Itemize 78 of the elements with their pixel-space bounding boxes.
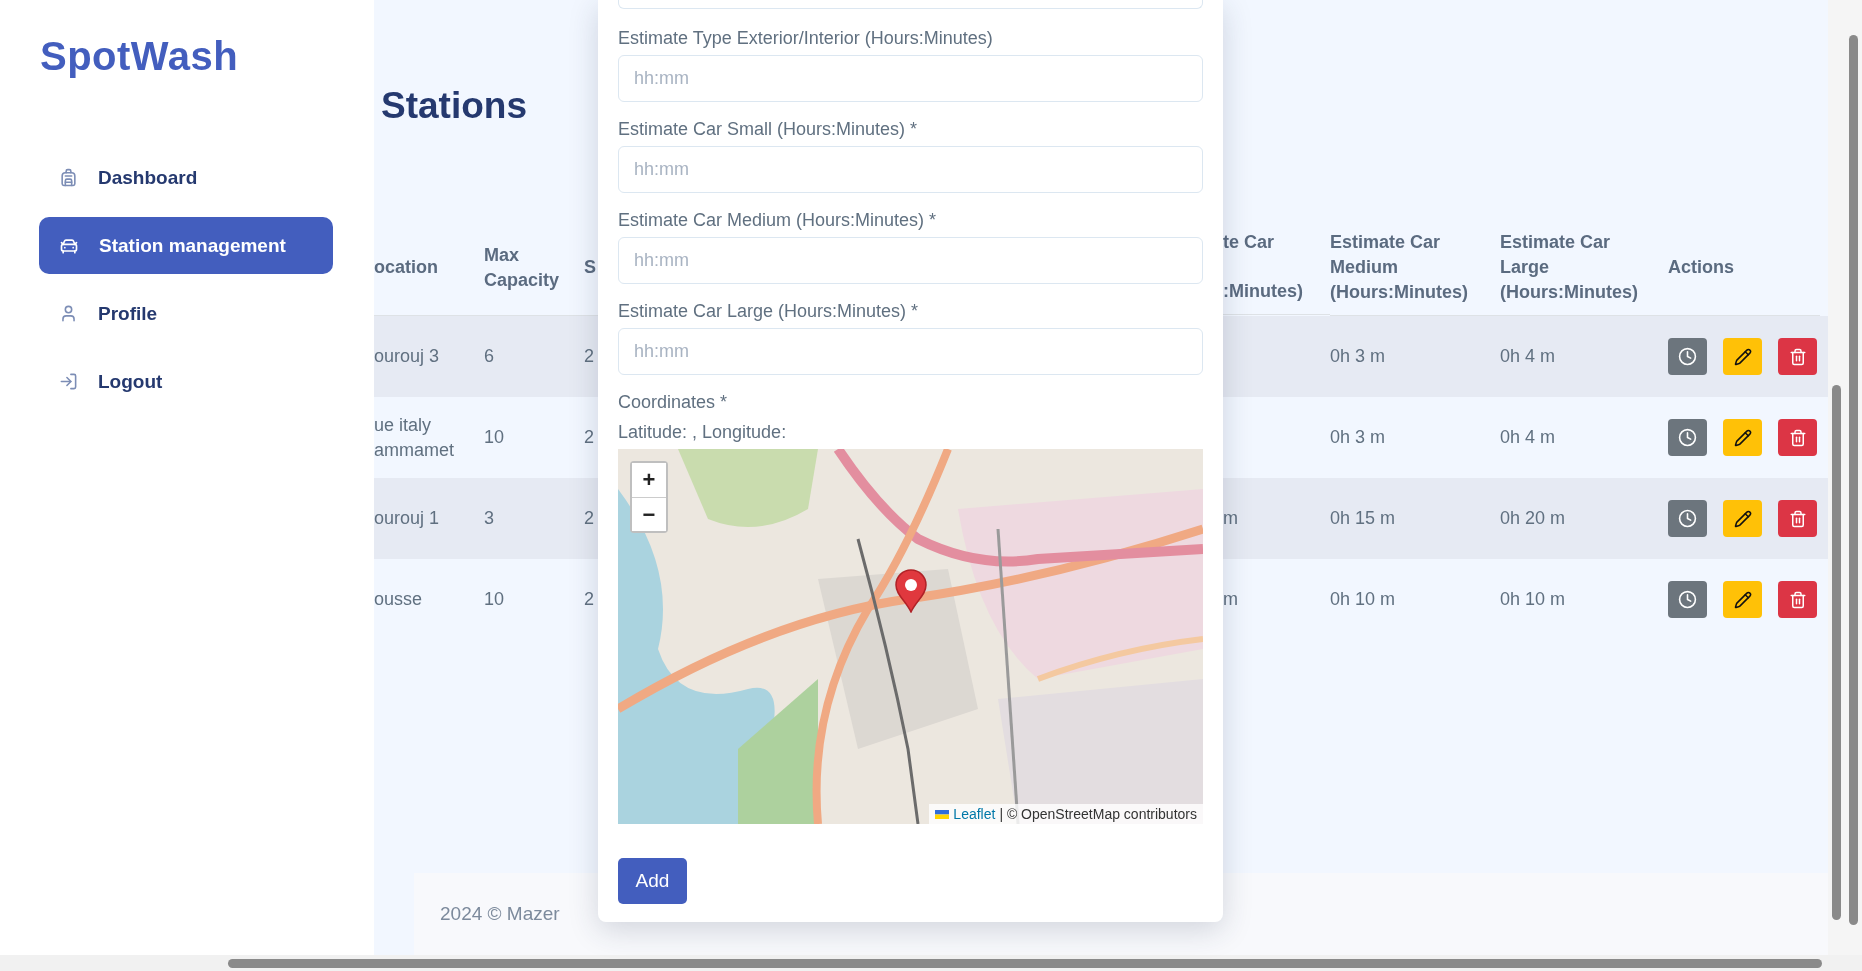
app-logo: SpotWash: [40, 34, 239, 79]
scrollbar[interactable]: [0, 955, 1862, 971]
clock-icon: [1678, 509, 1697, 528]
sidebar-item[interactable]: Logout: [39, 353, 333, 410]
table-cell-text: ourouj 3: [374, 345, 440, 368]
pencil-icon: [1733, 509, 1752, 528]
input-field[interactable]: hh:mm: [618, 146, 1203, 193]
zoom-out-button[interactable]: −: [632, 497, 666, 531]
column-header: te Car: [1223, 231, 1276, 254]
backpack-icon: [59, 168, 78, 187]
delete-button[interactable]: [1778, 419, 1817, 456]
table-cell-text: 0h 10 m: [1500, 588, 1566, 611]
field-label: Estimate Car Medium (Hours:Minutes) *: [618, 209, 938, 232]
table-cell-text: 0h 3 m: [1330, 345, 1386, 368]
table-cell-text: 0h 3 m: [1330, 426, 1386, 449]
clock-icon: [1678, 590, 1697, 609]
edit-button[interactable]: [1723, 338, 1762, 375]
field-label: Estimate Car Large (Hours:Minutes) *: [618, 300, 920, 323]
flag-icon: [935, 809, 950, 819]
table-cell-text: 0h 20 m: [1500, 507, 1566, 530]
pencil-icon: [1733, 590, 1752, 609]
column-header: :Minutes): [1223, 280, 1304, 303]
sidebar-item[interactable]: Profile: [39, 285, 333, 342]
schedule-button[interactable]: [1668, 338, 1707, 375]
schedule-button[interactable]: [1668, 419, 1707, 456]
page-title: Stations: [381, 84, 527, 128]
table-cell-text: 6: [484, 345, 494, 368]
schedule-button[interactable]: [1668, 581, 1707, 618]
table-cell-text: ourouj 1: [374, 507, 440, 530]
map-marker-icon[interactable]: [894, 569, 928, 613]
table-cell-text: 2: [584, 588, 594, 611]
attribution-text: | © OpenStreetMap contributors: [999, 806, 1197, 822]
input-field[interactable]: hh:mm: [618, 55, 1203, 102]
scrollbar[interactable]: [1845, 0, 1862, 955]
field-label: Estimate Car Small (Hours:Minutes) *: [618, 118, 919, 141]
table-cell-text: 10: [484, 426, 505, 449]
table-cell-text: m: [1223, 507, 1238, 530]
field-label: Coordinates *: [618, 391, 729, 414]
pencil-icon: [1733, 347, 1752, 366]
clock-icon: [1678, 347, 1697, 366]
delete-button[interactable]: [1778, 338, 1817, 375]
table-cell-text: 2: [584, 507, 594, 530]
sidebar-item[interactable]: Dashboard: [39, 149, 333, 206]
table-cell-text: 0h 4 m: [1500, 426, 1556, 449]
coordinates-text: Latitude: , Longitude:: [618, 421, 788, 444]
table-cell-text: ousse: [374, 588, 423, 611]
pencil-icon: [1733, 428, 1752, 447]
schedule-button[interactable]: [1668, 500, 1707, 537]
copyright-text: 2024 © Mazer: [440, 903, 560, 925]
trash-icon: [1788, 509, 1807, 528]
table-cell-text: ue italy ammamet: [374, 413, 454, 462]
table-cell-text: m: [1223, 588, 1238, 611]
delete-button[interactable]: [1778, 500, 1817, 537]
add-button[interactable]: Add: [618, 858, 687, 904]
edit-button[interactable]: [1723, 581, 1762, 618]
input-field[interactable]: [618, 0, 1203, 9]
table-cell-text: 2: [584, 426, 594, 449]
trash-icon: [1788, 428, 1807, 447]
table-cell-text: 2: [584, 345, 594, 368]
table-cell-text: 10: [484, 588, 505, 611]
table-cell-text: 0h 4 m: [1500, 345, 1556, 368]
user-icon: [59, 304, 78, 323]
sidebar-item[interactable]: Station management: [39, 217, 333, 274]
trash-icon: [1788, 347, 1807, 366]
field-label: Estimate Type Exterior/Interior (Hours:Minutes): [618, 27, 994, 50]
delete-button[interactable]: [1778, 581, 1817, 618]
input-field[interactable]: hh:mm: [618, 237, 1203, 284]
logout-icon: [59, 372, 78, 391]
table-cell-text: 0h 10 m: [1330, 588, 1396, 611]
edit-button[interactable]: [1723, 500, 1762, 537]
scrollbar[interactable]: [1828, 0, 1845, 955]
input-field[interactable]: hh:mm: [618, 328, 1203, 375]
clock-icon: [1678, 428, 1697, 447]
leaflet-link[interactable]: Leaflet: [953, 806, 996, 822]
trash-icon: [1788, 590, 1807, 609]
edit-button[interactable]: [1723, 419, 1762, 456]
table-cell-text: 0h 15 m: [1330, 507, 1396, 530]
table-cell-text: 3: [484, 507, 494, 530]
